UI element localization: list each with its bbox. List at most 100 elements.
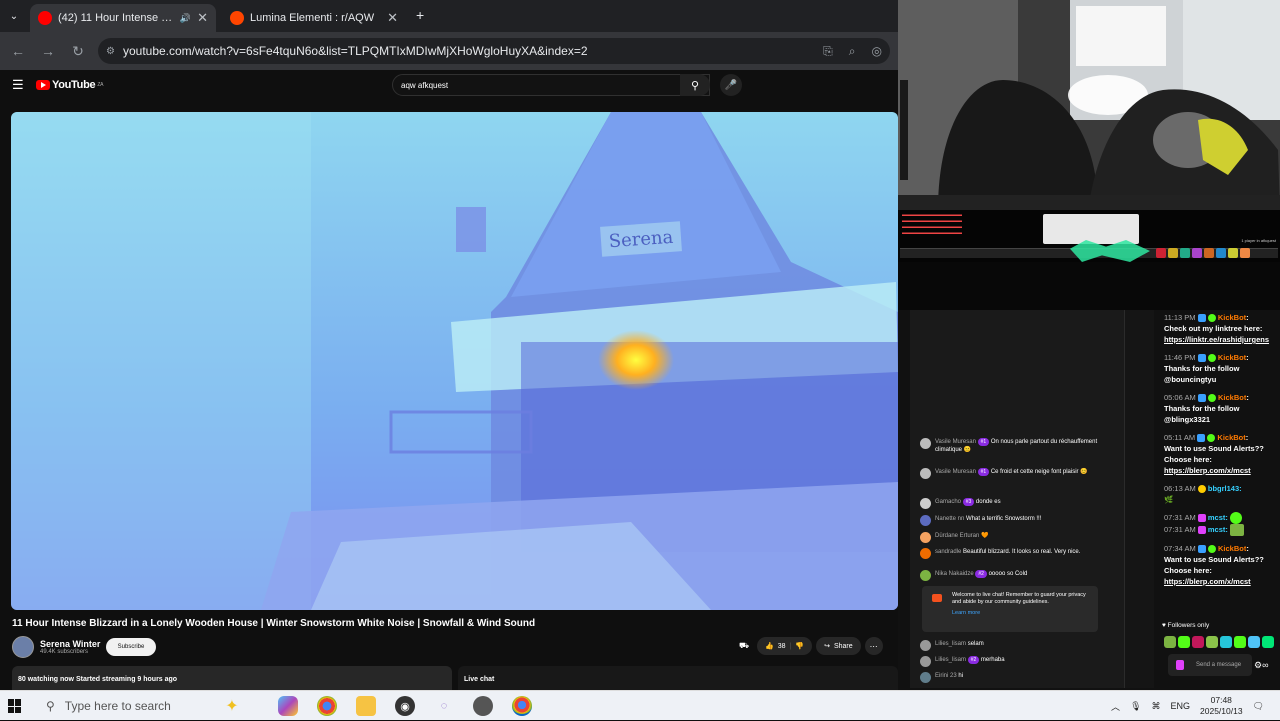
verified-badge-icon <box>1207 354 1216 363</box>
message-text: Check out my linktree here: <box>1164 324 1263 333</box>
emote-icon[interactable] <box>1220 636 1232 648</box>
emote-icon[interactable] <box>1262 636 1274 648</box>
video-player[interactable]: Serena <box>11 112 898 610</box>
tab-title: (42) 11 Hour Intense Blizzard <box>58 12 174 24</box>
avatar <box>920 438 931 449</box>
close-tab-icon[interactable]: ✕ <box>387 10 398 26</box>
search-button[interactable]: ⚲ <box>680 74 710 96</box>
send-message-input[interactable]: Send a message <box>1168 654 1252 676</box>
subscribe-button[interactable]: Subscribe <box>106 638 156 656</box>
channel-name[interactable]: Serena Winter <box>40 639 100 649</box>
app-icon[interactable]: ◌ <box>434 696 454 716</box>
tab-youtube[interactable]: (42) 11 Hour Intense Blizzard 🔊 ✕ <box>30 4 216 32</box>
channel-avatar[interactable] <box>12 636 34 658</box>
chat-message: Gamacho #3 donde es <box>920 498 1100 509</box>
emote-icon[interactable] <box>1192 636 1204 648</box>
message-user[interactable]: KickBot <box>1218 353 1246 362</box>
like-button[interactable]: 👍 38 | 👎 <box>757 637 813 655</box>
game-hud: ▬▬▬▬▬▬▬▬▬▬▬▬ ▬▬▬▬▬▬▬▬▬▬▬▬ ▬▬▬▬▬▬▬▬▬▬▬▬ ▬▬▬▬… <box>898 210 1280 262</box>
bot-badge-icon <box>1197 394 1206 403</box>
clock-date: 2025/10/13 <box>1200 706 1243 716</box>
thumbs-down-icon[interactable]: 👎 <box>795 642 804 650</box>
chrome-icon[interactable] <box>317 696 337 716</box>
chat-scrollbar[interactable] <box>1124 310 1154 688</box>
avatar <box>920 640 931 651</box>
tab-title: Lumina Elementi : r/AQW <box>250 12 375 24</box>
emoji-icon[interactable] <box>1176 660 1184 670</box>
chat-settings-icon[interactable]: ⚙∞ <box>1254 660 1268 671</box>
youtube-page: ☰ YouTube ZA aqw afkquest ✕ ⚲ 🎤 <box>0 70 898 690</box>
share-button[interactable]: ↪ Share <box>816 637 861 655</box>
learn-more-link[interactable]: Learn more <box>952 610 1092 617</box>
game-player-count: 1 player in afkquest <box>1241 238 1276 243</box>
message-user[interactable]: KickBot <box>1218 544 1246 553</box>
message-user[interactable]: KickBot <box>1217 433 1245 442</box>
message-user[interactable]: mcst: <box>1208 513 1228 522</box>
bot-badge-icon <box>1197 354 1206 363</box>
message-text: Thanks for the follow @blingx3321 <box>1164 404 1240 424</box>
emote-icon[interactable] <box>1164 636 1176 648</box>
obs-icon[interactable]: ◉ <box>395 696 415 716</box>
chat-author: Vasile Muresan <box>935 469 976 475</box>
site-info-icon[interactable]: ⚙ <box>106 46 115 57</box>
audio-icon[interactable]: 🔊 <box>180 13 191 24</box>
copilot-icon[interactable] <box>278 696 298 716</box>
emote-icon[interactable] <box>1234 636 1246 648</box>
message-user[interactable]: bbgrl143: <box>1208 484 1242 493</box>
chat-author: Lilies_lisam <box>935 641 967 647</box>
network-icon[interactable]: ⌘ <box>1152 701 1161 712</box>
emote-icon[interactable] <box>1248 636 1260 648</box>
more-actions-icon[interactable]: ⋯ <box>864 637 883 655</box>
emote-icon <box>1230 512 1242 525</box>
zoom-icon[interactable]: ⌕ <box>849 44 856 59</box>
eye-off-icon[interactable]: ◎ <box>872 44 882 58</box>
tab-search-icon[interactable]: ⌄ <box>6 8 22 24</box>
live-chat-header[interactable]: Live chat <box>458 666 898 690</box>
menu-icon[interactable]: ☰ <box>12 77 24 93</box>
language-indicator[interactable]: ENG <box>1171 701 1191 711</box>
bot-badge-icon <box>1197 434 1206 443</box>
microphone-icon[interactable]: 🎙 <box>1130 701 1141 712</box>
message-user[interactable]: KickBot <box>1218 393 1246 402</box>
chat-text: Ce froid et cette neige font plaisir <box>990 469 1079 475</box>
forward-icon[interactable]: → <box>36 39 60 63</box>
back-icon[interactable]: ← <box>6 39 30 63</box>
webcam-image <box>898 0 1280 210</box>
emote-icon[interactable] <box>1206 636 1218 648</box>
tab-reddit[interactable]: Lumina Elementi : r/AQW ✕ <box>222 4 406 32</box>
message-link[interactable]: https://blerp.com/x/mcst <box>1164 577 1251 586</box>
chat-text: donde es <box>975 499 1001 505</box>
windows-start-icon[interactable] <box>8 699 22 713</box>
crown-badge-icon <box>1197 485 1206 494</box>
message-user[interactable]: mcst: <box>1208 525 1228 534</box>
sparkle-icon[interactable]: ✦ <box>222 696 242 716</box>
followers-only-text: Followers only <box>1167 622 1210 629</box>
reddit-favicon-icon <box>230 11 244 25</box>
message-time: 11:46 PM <box>1164 353 1196 362</box>
message-link[interactable]: https://linktr.ee/rashidjurgens <box>1164 335 1269 344</box>
game-launcher-icon[interactable] <box>473 696 493 716</box>
chrome-active-icon[interactable] <box>512 696 532 716</box>
message-user[interactable]: KickBot <box>1218 313 1246 322</box>
kick-message: 05:11 AM KickBot: Want to use Sound Aler… <box>1164 433 1264 475</box>
stream-icon[interactable]: ⛟ <box>735 637 753 655</box>
reload-icon[interactable]: ↻ <box>66 39 90 63</box>
emote-icon[interactable] <box>1178 636 1190 648</box>
chat-author: Nanette nn <box>935 516 965 522</box>
new-tab-icon[interactable]: + <box>416 8 430 22</box>
kick-message: 07:31 AM mcst: 07:31 AM mcst: <box>1164 512 1274 537</box>
notification-icon[interactable]: 🗨 <box>1253 701 1264 712</box>
youtube-logo[interactable]: YouTube ZA <box>36 79 103 91</box>
clock[interactable]: 07:48 2025/10/13 <box>1200 695 1243 717</box>
voice-search-button[interactable]: 🎤 <box>720 74 742 96</box>
install-icon[interactable]: ⎘ <box>823 44 833 59</box>
verified-badge-icon <box>1207 314 1216 323</box>
share-label: Share <box>833 642 853 650</box>
url-field[interactable]: ⚙ youtube.com/watch?v=6sFe4tquN6o&list=T… <box>98 38 890 64</box>
file-explorer-icon[interactable] <box>356 696 376 716</box>
taskbar: ⚲ Type here to search ✦ ◉ ◌ ︿ 🎙 ⌘ ENG 07… <box>0 690 1280 720</box>
chevron-up-icon[interactable]: ︿ <box>1111 700 1120 713</box>
message-link[interactable]: https://blerp.com/x/mcst <box>1164 466 1251 475</box>
close-tab-icon[interactable]: ✕ <box>197 10 208 26</box>
search-input[interactable]: aqw afkquest ✕ <box>392 74 710 96</box>
